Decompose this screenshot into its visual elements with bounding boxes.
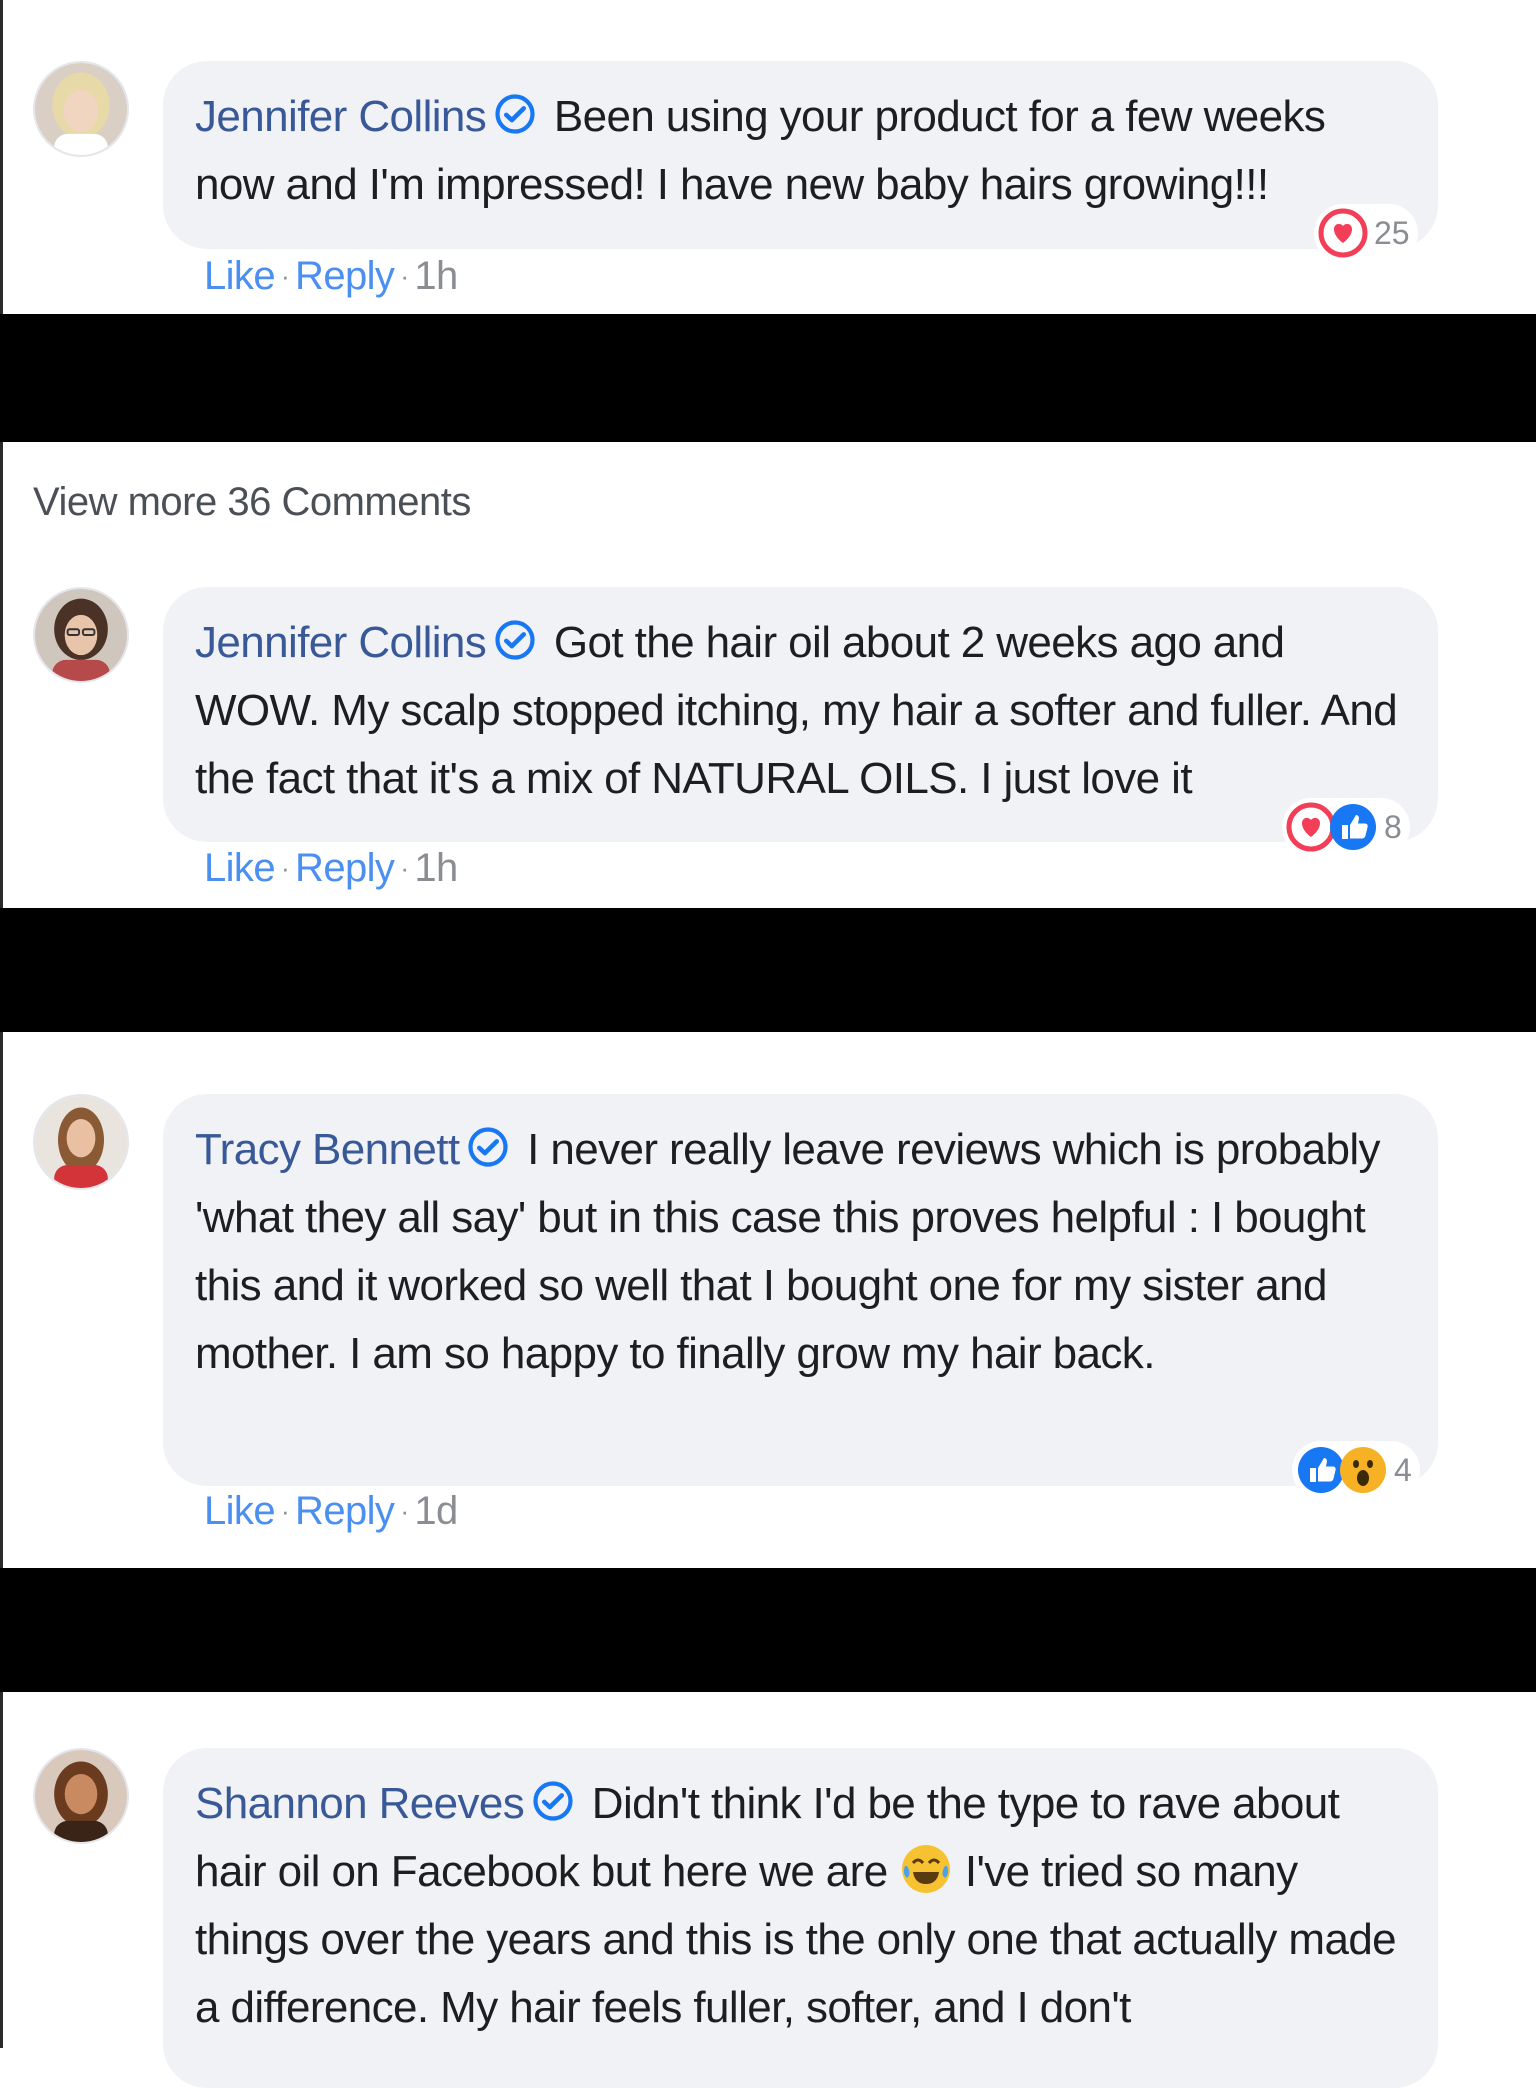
like-link[interactable]: Like (204, 846, 276, 890)
verified-badge-icon (467, 1126, 509, 1168)
comment-time[interactable]: 1d (414, 1489, 458, 1533)
separator-band (0, 908, 1536, 1032)
separator-band (0, 314, 1536, 442)
reaction-summary[interactable]: 8 (1282, 798, 1410, 856)
verified-badge-icon (532, 1780, 574, 1822)
comment-author[interactable]: Tracy Bennett (195, 1125, 460, 1174)
comment-actions: Like · Reply · 1d (204, 1489, 458, 1533)
verified-badge-icon (494, 619, 536, 661)
comment-author[interactable]: Jennifer Collins (195, 92, 487, 141)
avatar[interactable] (33, 61, 129, 157)
reaction-summary[interactable]: 25 (1314, 204, 1418, 262)
separator-band (0, 1568, 1536, 1692)
reply-link[interactable]: Reply (295, 1489, 395, 1533)
view-more-comments-link[interactable]: View more 36 Comments (33, 480, 471, 525)
avatar[interactable] (33, 1748, 129, 1844)
comment-time[interactable]: 1h (414, 254, 458, 298)
comment-author[interactable]: Shannon Reeves (195, 1779, 525, 1828)
avatar[interactable] (33, 587, 129, 683)
reply-link[interactable]: Reply (295, 846, 395, 890)
comment-actions: Like · Reply · 1h (204, 846, 458, 890)
comment-bubble: Tracy Bennett I never really leave revie… (163, 1094, 1438, 1486)
like-reaction-icon (1330, 804, 1376, 850)
crying-laughing-emoji-icon (902, 1845, 951, 1893)
reaction-count: 25 (1374, 214, 1410, 251)
comment-bubble: Jennifer Collins Been using your product… (163, 61, 1438, 249)
comment-bubble: Shannon Reeves Didn't think I'd be the t… (163, 1748, 1438, 2088)
verified-badge-icon (494, 93, 536, 135)
like-link[interactable]: Like (204, 1489, 276, 1533)
love-reaction-icon (1318, 208, 1368, 258)
reaction-summary[interactable]: 4 (1292, 1441, 1420, 1499)
reply-link[interactable]: Reply (295, 254, 395, 298)
wow-reaction-icon (1340, 1447, 1386, 1493)
reaction-count: 4 (1394, 1451, 1412, 1488)
comment-bubble: Jennifer Collins Got the hair oil about … (163, 587, 1438, 842)
comment-time[interactable]: 1h (414, 846, 458, 890)
avatar[interactable] (33, 1094, 129, 1190)
comment-author[interactable]: Jennifer Collins (195, 618, 487, 667)
comment-actions: Like · Reply · 1h (204, 254, 458, 298)
like-link[interactable]: Like (204, 254, 276, 298)
reaction-count: 8 (1384, 808, 1402, 845)
